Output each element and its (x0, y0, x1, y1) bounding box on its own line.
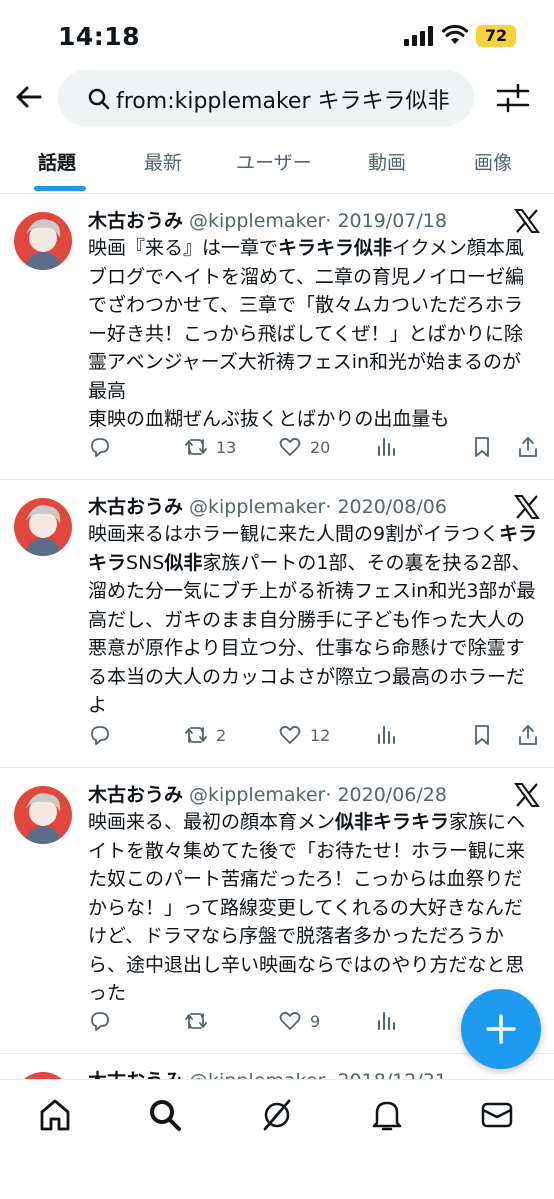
x-logo-icon (514, 209, 540, 233)
x-logo-icon (514, 783, 540, 807)
like-button[interactable]: 12 (278, 720, 330, 750)
search-header: from:kipplemaker キラキラ似非 (0, 68, 554, 132)
like-count: 9 (310, 1011, 321, 1031)
battery-indicator: 72 (476, 25, 516, 47)
active-tab-indicator (34, 186, 86, 191)
tweet-actions: 2 12 (88, 720, 548, 750)
search-highlight: キラキラ似非 (278, 237, 393, 259)
messages-icon[interactable] (480, 1098, 514, 1132)
retweet-button[interactable] (184, 1006, 216, 1036)
like-button[interactable]: 9 (278, 1006, 320, 1036)
bookmark-button[interactable] (470, 720, 494, 750)
grok-icon[interactable] (260, 1098, 294, 1132)
tweet-text: 映画『来る』は一章でキラキラ似非イクメン顔本風ブログでヘイトを溜めて、二章の育児… (88, 237, 525, 430)
reply-icon (91, 1012, 109, 1031)
views-icon (378, 1012, 395, 1030)
notifications-icon[interactable] (370, 1098, 404, 1132)
reply-button[interactable] (88, 720, 112, 750)
author-handle[interactable]: @kipplemaker (189, 210, 325, 232)
tweet-header: 木古おうみ @kipplemaker· 2020/06/28 (88, 780, 447, 807)
like-icon (279, 437, 301, 456)
retweet-icon (185, 439, 207, 455)
views-icon (378, 726, 395, 744)
tweet-date[interactable]: · 2020/08/06 (325, 496, 447, 518)
author-name[interactable]: 木古おうみ (88, 496, 183, 518)
views-button[interactable] (374, 432, 398, 462)
tweet-text: 映画来るはホラー観に来た人間の9割がイラつくキラキラSNS似非家族パートの1部、… (88, 523, 538, 716)
retweet-button[interactable]: 13 (184, 432, 236, 462)
retweet-count: 13 (216, 437, 237, 457)
tweet-date[interactable]: · 2019/07/18 (325, 210, 447, 232)
like-count: 20 (310, 437, 331, 457)
retweet-icon (185, 1013, 207, 1029)
signal-icon (404, 26, 433, 46)
filter-icon[interactable] (496, 82, 530, 114)
status-time: 14:18 (58, 22, 141, 51)
like-icon (279, 725, 301, 744)
reply-icon (91, 438, 109, 457)
author-name[interactable]: 木古おうみ (88, 210, 183, 232)
tweet-date[interactable]: · 2020/06/28 (325, 784, 447, 806)
author-handle[interactable]: @kipplemaker (189, 496, 325, 518)
search-query: from:kipplemaker キラキラ似非 (116, 89, 450, 114)
retweet-icon (185, 727, 207, 743)
tweet[interactable]: 木古おうみ @kipplemaker· 2019/07/18 映画『来る』は一章で… (0, 194, 554, 480)
share-button[interactable] (516, 720, 540, 750)
views-icon (378, 438, 395, 456)
home-icon[interactable] (38, 1098, 72, 1132)
share-icon (519, 437, 537, 457)
search-highlight: 似非キラキラ (335, 811, 450, 833)
retweet-count: 2 (216, 725, 227, 745)
wifi-icon (442, 24, 468, 44)
reply-button[interactable] (88, 1006, 112, 1036)
search-tabs: 話題 最新 ユーザー 動画 画像 (0, 132, 554, 194)
avatar[interactable] (14, 498, 72, 556)
like-count: 12 (310, 725, 331, 745)
bookmark-button[interactable] (470, 432, 494, 462)
explore-icon[interactable] (148, 1098, 182, 1132)
like-icon (279, 1011, 301, 1030)
author-handle[interactable]: @kipplemaker (189, 784, 325, 806)
views-button[interactable] (374, 1006, 398, 1036)
tab-images[interactable]: 画像 (474, 148, 512, 175)
share-button[interactable] (516, 432, 540, 462)
compose-plus-icon (486, 1014, 516, 1044)
reply-icon (91, 726, 109, 745)
retweet-button[interactable]: 2 (184, 720, 226, 750)
tweet-text: 映画来る、最初の顔本育メン似非キラキラ家族にヘイトを散々集めてた後で「お待たせ！… (88, 811, 526, 1004)
tab-videos[interactable]: 動画 (368, 148, 406, 175)
x-logo-icon (514, 495, 540, 519)
share-icon (519, 725, 537, 745)
reply-button[interactable] (88, 432, 112, 462)
bookmark-icon (475, 437, 489, 457)
views-button[interactable] (374, 720, 398, 750)
tweet-actions: 13 20 (88, 432, 548, 462)
bookmark-icon (475, 725, 489, 745)
avatar[interactable] (14, 212, 72, 270)
tweet[interactable]: 木古おうみ @kipplemaker· 2020/08/06 映画来るはホラー観に… (0, 480, 554, 768)
search-highlight: 似非 (164, 551, 203, 574)
compose-button[interactable] (461, 989, 541, 1069)
tab-people[interactable]: ユーザー (236, 148, 312, 175)
search-icon (88, 88, 110, 110)
like-button[interactable]: 20 (278, 432, 330, 462)
tab-top[interactable]: 話題 (38, 148, 76, 175)
tweet-header: 木古おうみ @kipplemaker· 2020/08/06 (88, 492, 447, 519)
tab-latest[interactable]: 最新 (144, 148, 182, 175)
author-name[interactable]: 木古おうみ (88, 784, 183, 806)
status-bar: 14:18 72 (0, 0, 554, 68)
tweet-header: 木古おうみ @kipplemaker· 2019/07/18 (88, 206, 447, 233)
search-input[interactable]: from:kipplemaker キラキラ似非 (58, 70, 474, 126)
back-arrow-icon[interactable] (12, 80, 46, 114)
avatar[interactable] (14, 786, 72, 844)
bottom-navigation (0, 1079, 554, 1199)
